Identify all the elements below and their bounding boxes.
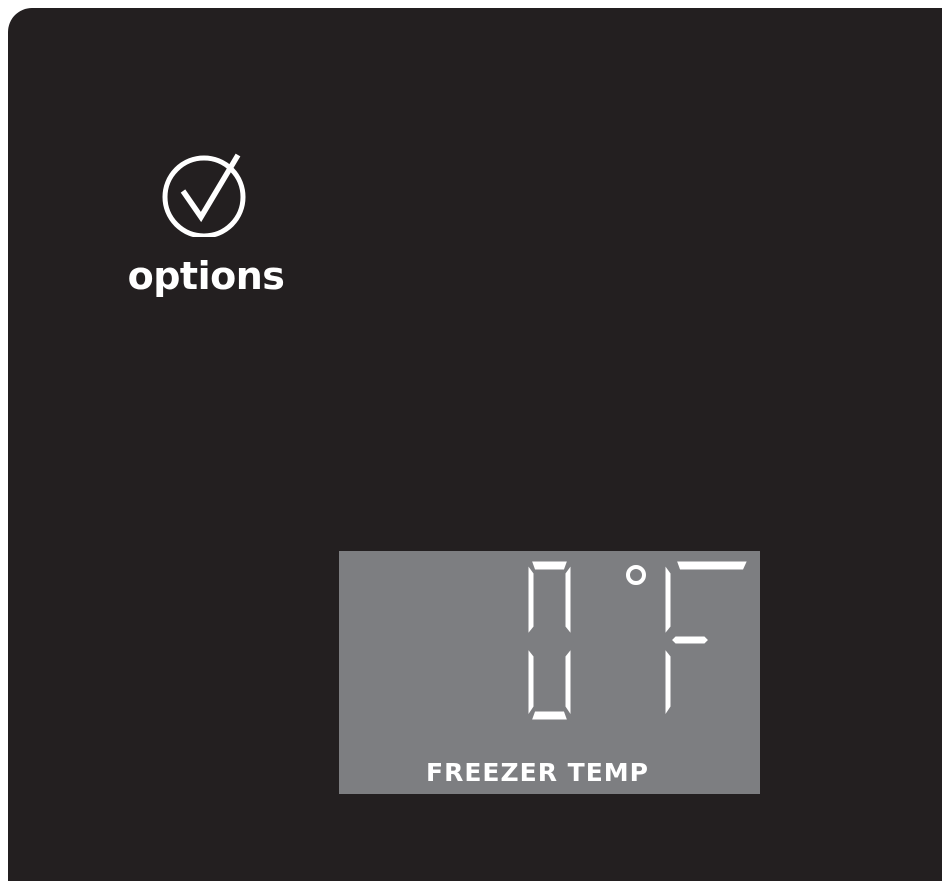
control-panel: options FREEZER TEMP (8, 8, 942, 881)
checkmark-circle-icon (162, 153, 246, 237)
letter-f (662, 557, 752, 724)
freezer-temp-label: FREEZER TEMP (426, 758, 649, 787)
freezer-temp-display: FREEZER TEMP (339, 551, 760, 794)
digit-zero (525, 557, 574, 724)
degree-symbol (626, 565, 646, 585)
options-label: options (127, 254, 285, 298)
options-button[interactable]: options (118, 148, 294, 308)
